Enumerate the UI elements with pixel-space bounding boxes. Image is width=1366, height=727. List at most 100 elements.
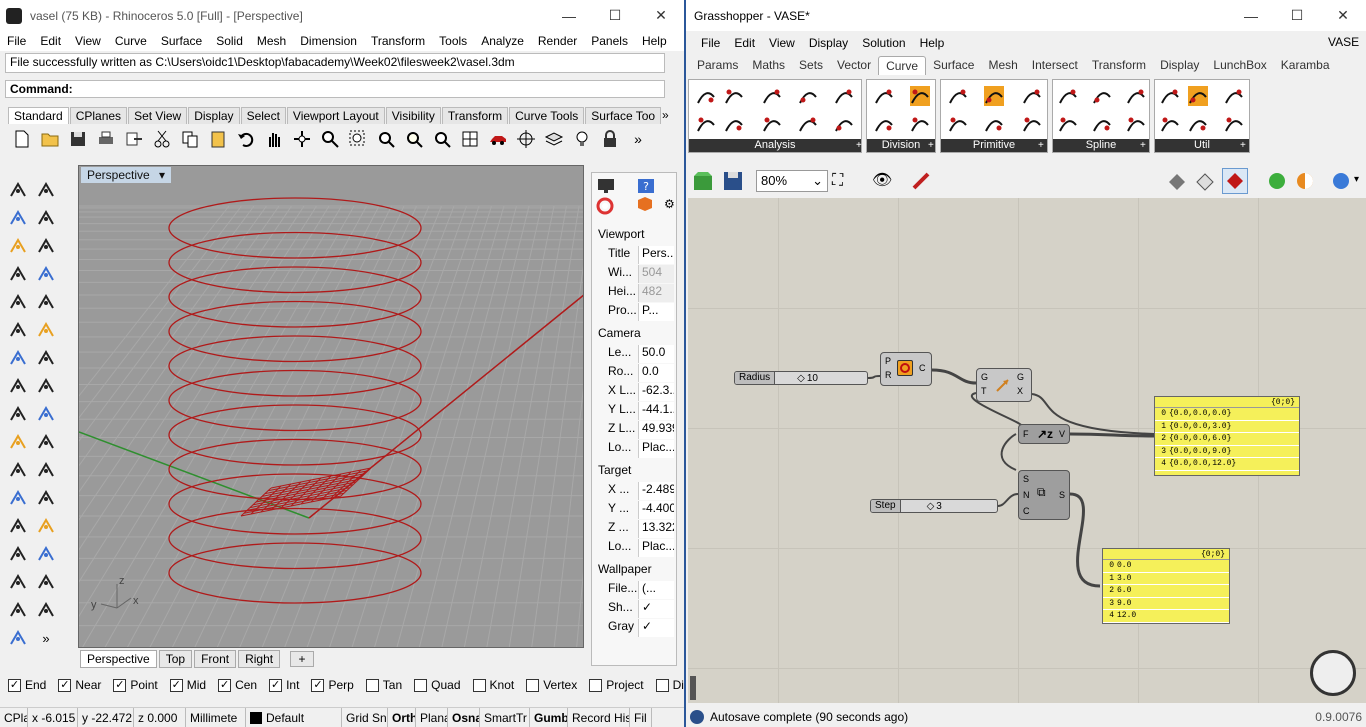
prop-row[interactable]: Gray ✓ <box>598 619 674 637</box>
menu-file[interactable]: File <box>0 34 33 48</box>
osnap-vertex[interactable]: Vertex <box>526 678 577 692</box>
osnap-checkbox[interactable] <box>365 678 379 692</box>
minimize-button[interactable]: — <box>546 0 592 31</box>
circle-component[interactable]: P R C <box>880 352 932 386</box>
gh-maximize-button[interactable]: ☐ <box>1274 0 1320 31</box>
tab-surface-too[interactable]: Surface Too <box>585 107 662 124</box>
curve-frame-icon[interactable] <box>760 112 784 136</box>
status-units[interactable]: Millimete <box>186 707 246 727</box>
osnap-checkbox[interactable]: ✓ <box>8 678 21 692</box>
tab-visibility[interactable]: Visibility <box>385 107 441 124</box>
menu-surface[interactable]: Surface <box>154 34 209 48</box>
nurbs-curve-icon[interactable] <box>1090 84 1114 108</box>
dash-pattern-icon[interactable] <box>872 112 896 136</box>
prop-value[interactable]: (... <box>638 581 674 599</box>
command-line[interactable]: Command: <box>5 80 665 98</box>
values-panel[interactable]: {0;0} 0 0.0 1 3.0 2 6.0 3 9.0 4 12.0 <box>1102 548 1230 624</box>
panel-expand-icon[interactable]: + <box>1038 140 1044 151</box>
zoom-icon[interactable] <box>318 127 342 151</box>
more-icon[interactable]: » <box>34 626 58 650</box>
prop-value[interactable]: -2.489 <box>638 482 674 500</box>
circle-input-r[interactable]: R <box>885 370 892 380</box>
gh-compass-widget[interactable] <box>1310 650 1356 696</box>
series-output-s[interactable]: S <box>1059 490 1065 500</box>
polyarc-icon[interactable] <box>1124 84 1148 108</box>
undo-icon[interactable] <box>234 127 258 151</box>
text-icon[interactable] <box>6 514 30 538</box>
gh-tab-sets[interactable]: Sets <box>792 56 830 75</box>
cylinder-icon[interactable] <box>6 374 30 398</box>
gh-tab-curve[interactable]: Curve <box>878 56 927 75</box>
gh-tab-lunchbox[interactable]: LunchBox <box>1206 56 1273 75</box>
prop-value[interactable]: -44.1... <box>638 402 674 420</box>
menu-solid[interactable]: Solid <box>209 34 250 48</box>
status-planar[interactable]: Plana <box>416 707 448 727</box>
prop-row[interactable]: Z L...49.939 <box>598 421 674 439</box>
evaluate-icon[interactable] <box>796 112 820 136</box>
offset-icon[interactable] <box>1158 112 1182 136</box>
osnap-cen[interactable]: ✓ Cen <box>218 678 257 692</box>
save-icon[interactable] <box>66 127 90 151</box>
sphere-icon[interactable] <box>34 346 58 370</box>
circle-icon[interactable] <box>6 234 30 258</box>
osnap-quad[interactable]: Quad <box>414 678 461 692</box>
prop-value[interactable]: 50.0 <box>638 345 674 363</box>
prop-value[interactable]: 49.939 <box>638 421 674 439</box>
osnap-checkbox[interactable]: ✓ <box>169 678 183 692</box>
divide-curve-icon[interactable] <box>872 84 896 108</box>
gh-menu-edit[interactable]: Edit <box>727 36 762 50</box>
menu-render[interactable]: Render <box>531 34 584 48</box>
gh-menu-solution[interactable]: Solution <box>855 36 912 50</box>
extrude-surface-icon[interactable] <box>34 318 58 342</box>
panel-expand-icon[interactable]: + <box>1240 140 1246 151</box>
circle-center-icon[interactable] <box>694 112 718 136</box>
color-wheel-icon[interactable] <box>596 197 618 215</box>
move-output-g[interactable]: G <box>1017 372 1024 382</box>
import-icon[interactable] <box>122 127 146 151</box>
menu-panels[interactable]: Panels <box>584 34 635 48</box>
status-layer[interactable]: Default <box>246 707 342 727</box>
viewport-menu-chevron-icon[interactable]: ▾ <box>159 168 165 182</box>
status-gumball[interactable]: Gumb <box>530 707 568 727</box>
series-input-s[interactable]: S <box>1023 474 1029 484</box>
gh-scroll-handle[interactable] <box>690 676 696 700</box>
gh-tab-intersect[interactable]: Intersect <box>1025 56 1085 75</box>
circle-output-c[interactable]: C <box>919 363 926 373</box>
gh-tab-transform[interactable]: Transform <box>1085 56 1153 75</box>
gh-zoom-select[interactable]: 80% ⌄ <box>756 170 828 192</box>
perspective-viewport[interactable]: zx y Perspective ▾ <box>78 165 584 648</box>
prop-value[interactable]: 504 <box>638 265 674 283</box>
tab-curve-tools[interactable]: Curve Tools <box>509 107 585 124</box>
step-slider-knob-icon[interactable]: ◇ <box>927 501 935 512</box>
gh-close-button[interactable]: ✕ <box>1320 0 1366 31</box>
osnap-checkbox[interactable] <box>589 678 603 692</box>
osnap-checkbox[interactable]: ✓ <box>269 678 283 692</box>
panel-expand-icon[interactable]: + <box>928 140 934 151</box>
surface-icon[interactable] <box>6 318 30 342</box>
cut-icon[interactable] <box>150 127 174 151</box>
material-icon[interactable] <box>636 195 658 213</box>
catenary-icon[interactable] <box>1124 112 1148 136</box>
grid-array-icon[interactable] <box>6 598 30 622</box>
points-panel[interactable]: {0;0} 0 {0.0,0.0,0.0} 1 {0.0,0.0,3.0} 2 {0.0,0… <box>1154 396 1300 476</box>
explode-curve-icon[interactable] <box>1158 84 1182 108</box>
zoom-all-icon[interactable] <box>430 127 454 151</box>
osnap-icon[interactable] <box>514 127 538 151</box>
mirror-icon[interactable] <box>34 542 58 566</box>
tab-display[interactable]: Display <box>188 107 240 124</box>
fillet-icon[interactable] <box>34 290 58 314</box>
status-filter[interactable]: Fil <box>630 707 652 727</box>
menu-dimension[interactable]: Dimension <box>293 34 364 48</box>
light-bulb-icon[interactable] <box>570 127 594 151</box>
sketch-pen-icon[interactable] <box>910 170 932 192</box>
prop-row[interactable]: Sh... ✓ <box>598 600 674 618</box>
osnap-project[interactable]: Project <box>589 678 644 692</box>
split-icon[interactable] <box>6 430 30 454</box>
menu-mesh[interactable]: Mesh <box>250 34 293 48</box>
circle-cnr-icon[interactable] <box>982 112 1006 136</box>
settings-gear-icon[interactable]: ⚙ <box>664 197 675 211</box>
step-slider[interactable]: Step ◇ 3 <box>870 499 998 513</box>
preview-wireframe-icon[interactable] <box>1166 170 1188 192</box>
zoom-extents-icon[interactable] <box>374 127 398 151</box>
zoom-window-icon[interactable] <box>346 127 370 151</box>
